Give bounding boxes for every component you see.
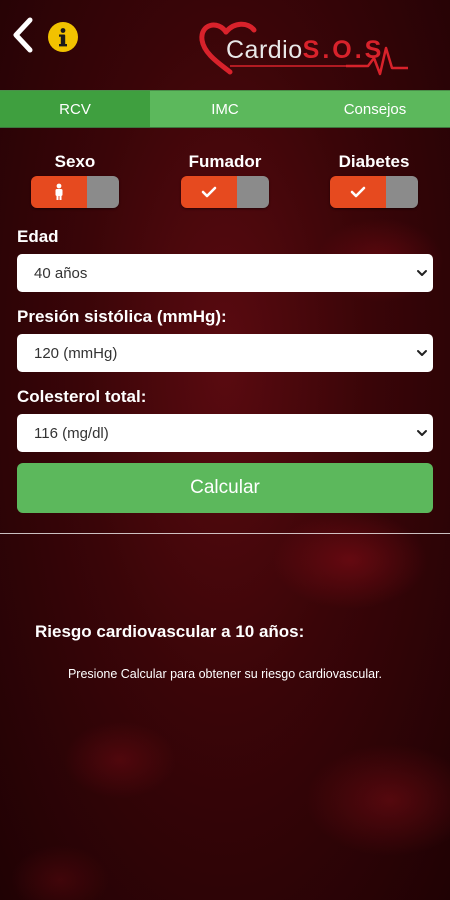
edad-select[interactable]: 40 años [17,254,433,292]
chevron-left-icon [13,17,33,53]
toggle-row: Sexo Fumador Diabetes [0,152,450,212]
sexo-toggle[interactable] [31,176,119,208]
back-button[interactable] [8,16,38,56]
sexo-group: Sexo [20,152,130,208]
app-header: CardioS.O.S [0,0,450,88]
diabetes-group: Diabetes [319,152,429,208]
chevron-down-icon [417,430,427,436]
sexo-toggle-off [87,176,119,208]
diabetes-toggle-off [386,176,418,208]
colesterol-value: 116 (mg/dl) [34,424,109,442]
calcular-button[interactable]: Calcular [17,463,433,513]
tab-imc[interactable]: IMC [150,91,300,127]
divider [0,533,450,534]
colesterol-label: Colesterol total: [17,387,147,406]
fumador-toggle-off [237,176,269,208]
fumador-toggle-on [181,176,237,208]
sexo-toggle-on [31,176,87,208]
result-title: Riesgo cardiovascular a 10 años: [35,622,305,641]
diabetes-toggle[interactable] [330,176,418,208]
person-icon [55,183,63,200]
check-icon [201,186,217,198]
presion-value: 120 (mmHg) [34,344,118,362]
result-message: Presione Calcular para obtener su riesgo… [67,667,383,681]
colesterol-select[interactable]: 116 (mg/dl) [17,414,433,452]
fumador-toggle[interactable] [181,176,269,208]
logo-wordmark: CardioS.O.S [226,36,384,65]
logo-highlight: S.O.S [302,36,385,64]
edad-label: Edad [17,227,59,246]
info-icon [59,28,67,47]
diabetes-toggle-on [330,176,386,208]
tab-bar: RCV IMC Consejos [0,90,450,128]
chevron-down-icon [417,270,427,276]
sexo-label: Sexo [54,152,96,171]
fumador-group: Fumador [170,152,280,208]
presion-label: Presión sistólica (mmHg): [17,307,227,326]
fumador-label: Fumador [188,152,262,171]
info-button[interactable] [48,22,78,52]
tab-consejos[interactable]: Consejos [300,91,450,127]
cardio-sos-logo: CardioS.O.S [196,18,408,78]
chevron-down-icon [417,350,427,356]
logo-prefix: Cardio [226,36,303,64]
presion-select[interactable]: 120 (mmHg) [17,334,433,372]
check-icon [350,186,366,198]
tab-rcv[interactable]: RCV [0,91,150,127]
edad-value: 40 años [34,264,88,282]
diabetes-label: Diabetes [338,152,410,171]
